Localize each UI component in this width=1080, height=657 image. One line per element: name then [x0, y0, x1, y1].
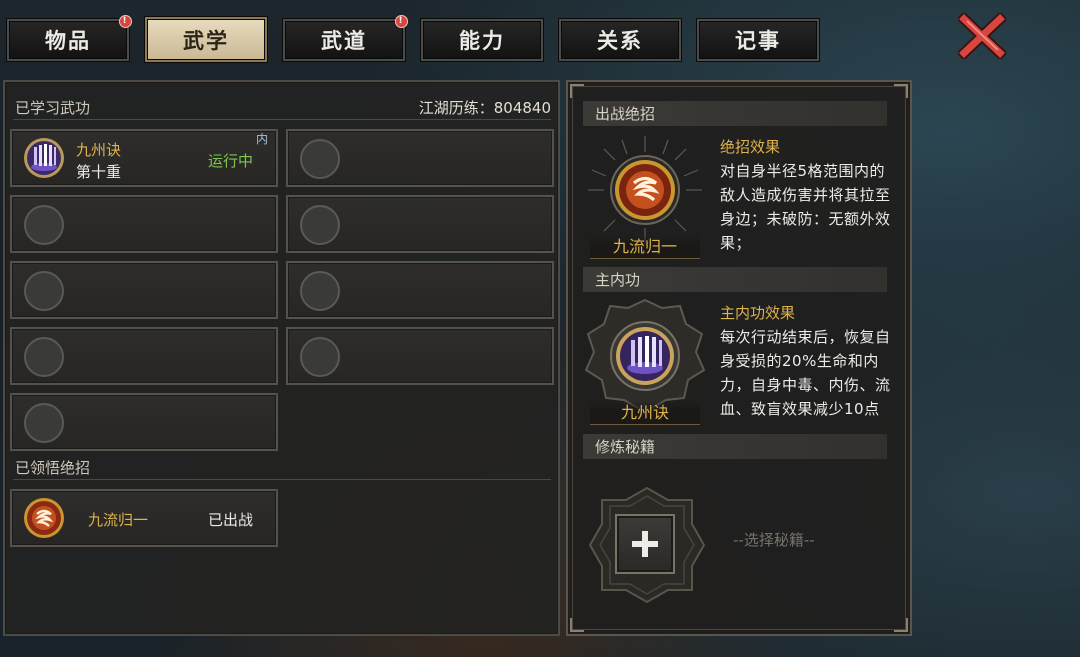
jianghu-experience: 江湖历练：804840	[418, 99, 551, 117]
battle-ultimate-header: 出战绝招	[583, 101, 887, 126]
tab-items[interactable]: 物品 !	[7, 15, 132, 61]
tab-ability[interactable]: 能力	[421, 19, 543, 61]
frame-corner	[570, 84, 584, 98]
close-x-icon	[958, 13, 1006, 59]
frame-corner	[570, 618, 584, 632]
empty-slot-circle	[24, 205, 64, 245]
ultimate-effect-title: 绝招效果	[720, 138, 781, 156]
empty-slot-circle	[24, 337, 64, 377]
empty-martial-slot[interactable]	[10, 195, 278, 253]
skill-level: 第十重	[76, 163, 122, 181]
inner-skill-frame-icon[interactable]	[582, 296, 708, 416]
inner-effect-scroll[interactable]: 每次行动结束后，恢复自身受损的20%生命和内力，自身中毒、内伤、流血、致盲效果减…	[720, 325, 900, 424]
inner-effect-text: 每次行动结束后，恢复自身受损的20%生命和内力，自身中毒、内伤、流血、致盲效果减…	[720, 328, 891, 418]
martial-slot-jiuzhoujue[interactable]: 九州诀 第十重 运行中 内	[10, 129, 278, 187]
choose-book-placeholder[interactable]: --选择秘籍--	[733, 529, 815, 550]
empty-martial-slot[interactable]	[286, 261, 554, 319]
deployed-status: 已出战	[208, 511, 254, 529]
tab-martial-arts[interactable]: 武学	[145, 17, 267, 62]
cultivation-book-header: 修炼秘籍	[583, 434, 887, 459]
tab-label: 记事	[735, 29, 781, 53]
add-book-button[interactable]	[615, 514, 675, 574]
empty-martial-slot[interactable]	[10, 261, 278, 319]
empty-slot-circle	[24, 271, 64, 311]
close-button[interactable]	[955, 12, 1009, 60]
battle-ultimate-title: 出战绝招	[595, 105, 656, 123]
empty-slot-circle	[300, 271, 340, 311]
jiuzhoujue-skill-icon	[24, 138, 64, 178]
jiuliuguiyi-skill-icon	[24, 498, 64, 538]
running-status: 运行中	[208, 152, 254, 170]
skill-name: 九州诀	[76, 141, 122, 159]
empty-martial-slot[interactable]	[286, 129, 554, 187]
comprehended-section-title: 已领悟绝招	[15, 459, 91, 477]
ultimate-effect-text: 对自身半径5格范围内的敌人造成伤害并将其拉至身边；未破防：无额外效果；	[720, 162, 891, 252]
empty-martial-slot[interactable]	[286, 327, 554, 385]
tab-relations[interactable]: 关系	[559, 19, 681, 61]
ultimate-effect-scroll[interactable]: 对自身半径5格范围内的敌人造成伤害并将其拉至身边；未破防：无额外效果；	[720, 159, 900, 258]
empty-slot-circle	[300, 205, 340, 245]
empty-slot-circle	[300, 139, 340, 179]
battle-skill-name: 九流归一	[590, 235, 700, 259]
frame-corner	[894, 618, 908, 632]
inner-skill-tag: 内	[251, 128, 273, 150]
inner-effect-title: 主内功效果	[720, 304, 796, 322]
learned-section-header: 已学习武功 江湖历练：804840	[13, 94, 551, 120]
martial-arts-list-panel: 已学习武功 江湖历练：804840 九州诀 第十重 运行中 内 已领悟绝招 九流…	[3, 80, 560, 636]
empty-slot-circle	[300, 337, 340, 377]
tab-label: 武道	[321, 29, 367, 53]
comprehended-section-header: 已领悟绝招	[13, 454, 551, 480]
tab-martial-way[interactable]: 武道 !	[283, 15, 408, 61]
main-inner-header: 主内功	[583, 267, 887, 292]
tab-label: 能力	[459, 29, 505, 53]
ultimate-frame-icon[interactable]	[582, 130, 708, 250]
plus-icon	[632, 531, 658, 557]
empty-martial-slot[interactable]	[10, 327, 278, 385]
ultimate-name: 九流归一	[88, 511, 149, 529]
frame-corner	[894, 84, 908, 98]
empty-slot-circle	[24, 403, 64, 443]
cultivation-book-title: 修炼秘籍	[595, 438, 656, 456]
tab-label: 关系	[597, 29, 643, 53]
skill-detail-panel: 出战绝招 九流归一 绝招效果 对自身半径5格范围内的敌人造成伤害并将其拉至身边；…	[566, 80, 912, 636]
main-inner-title: 主内功	[595, 271, 641, 289]
empty-martial-slot[interactable]	[286, 195, 554, 253]
notification-badge: !	[119, 15, 132, 28]
tab-journal[interactable]: 记事	[697, 19, 819, 61]
tab-bar: 物品 ! 武学 武道 ! 能力 关系 记事	[0, 0, 1080, 66]
notification-badge: !	[395, 15, 408, 28]
inner-skill-name: 九州诀	[590, 401, 700, 425]
empty-martial-slot[interactable]	[10, 393, 278, 451]
learned-section-title: 已学习武功	[15, 99, 91, 117]
tab-label: 物品	[45, 29, 91, 53]
tab-label: 武学	[183, 28, 229, 53]
ultimate-slot-jiuliuguiyi[interactable]: 九流归一 已出战	[10, 489, 278, 547]
